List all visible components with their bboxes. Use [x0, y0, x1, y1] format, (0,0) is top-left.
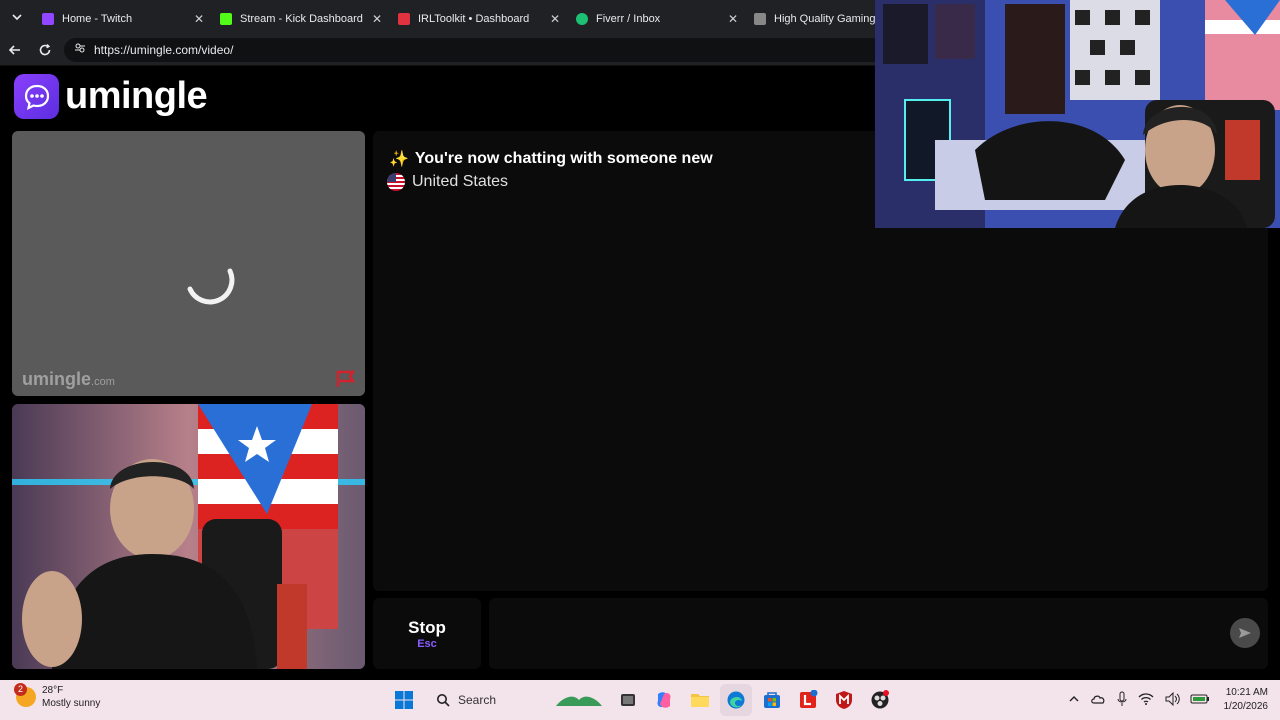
chevron-up-icon[interactable] — [1068, 694, 1080, 707]
weather-condition: Mostly sunny — [42, 698, 101, 709]
url-text: https://umingle.com/video/ — [94, 42, 234, 57]
microphone-icon[interactable] — [1116, 691, 1128, 710]
send-icon — [1239, 628, 1251, 638]
file-explorer-icon[interactable] — [684, 684, 716, 716]
weather-sun-icon: 2 — [14, 683, 36, 707]
clock-time: 10:21 AM — [1225, 687, 1268, 698]
system-tray: 10:21 AM 1/20/2026 — [1058, 684, 1269, 716]
partner-country: United States — [387, 173, 508, 191]
send-button[interactable] — [1230, 618, 1260, 648]
wifi-icon[interactable] — [1138, 692, 1154, 708]
taskbar-apps: Search — [388, 684, 900, 716]
page-icon — [754, 13, 766, 25]
chat-status-message: ✨ You're now chatting with someone new — [389, 149, 713, 169]
tab-twitch[interactable]: Home - Twitch ✕ — [34, 5, 212, 33]
fiverr-icon — [576, 13, 588, 25]
logo-text: umingle — [65, 75, 208, 117]
obs-recording-icon[interactable] — [864, 684, 896, 716]
edge-browser-icon[interactable] — [720, 684, 752, 716]
stop-label: Stop — [408, 617, 446, 637]
copilot-icon[interactable] — [648, 684, 680, 716]
close-icon[interactable]: ✕ — [728, 12, 738, 26]
self-camera-feed — [12, 404, 365, 669]
streamer-webcam-overlay — [875, 0, 1280, 228]
lenovo-vantage-icon[interactable] — [792, 684, 824, 716]
windows-start-icon[interactable] — [388, 684, 420, 716]
tab-search-chevron-icon[interactable] — [0, 0, 34, 34]
stop-shortcut: Esc — [417, 637, 437, 650]
tab-fiverr[interactable]: Fiverr / Inbox ✕ — [568, 5, 746, 33]
volume-icon[interactable] — [1164, 691, 1180, 709]
tab-title: Fiverr / Inbox — [596, 13, 661, 25]
stop-button[interactable]: Stop Esc — [373, 598, 481, 669]
country-name: United States — [412, 173, 509, 190]
umingle-watermark: umingle.com — [22, 369, 115, 389]
tab-title: Home - Twitch — [62, 13, 133, 25]
irltoolkit-icon — [398, 13, 410, 25]
twitch-icon — [42, 13, 54, 25]
sparkles-icon: ✨ — [389, 151, 409, 168]
taskbar-search[interactable]: Search — [428, 685, 608, 715]
us-flag-icon — [387, 173, 405, 191]
close-icon[interactable]: ✕ — [372, 12, 382, 26]
kick-icon — [220, 13, 232, 25]
tab-title: IRLToolkit • Dashboard — [418, 13, 530, 25]
close-icon[interactable]: ✕ — [194, 12, 204, 26]
search-icon — [437, 694, 450, 707]
self-video — [12, 404, 365, 669]
task-view-icon[interactable] — [612, 684, 644, 716]
chat-bubble-icon — [14, 74, 59, 119]
close-icon[interactable]: ✕ — [550, 12, 560, 26]
weather-widget[interactable]: 2 28°F Mostly sunny — [14, 683, 101, 710]
back-icon[interactable] — [0, 35, 30, 65]
microsoft-store-icon[interactable] — [756, 684, 788, 716]
tab-irltoolkit[interactable]: IRLToolkit • Dashboard ✕ — [390, 5, 568, 33]
clock-date: 1/20/2026 — [1223, 701, 1269, 712]
search-label: Search — [458, 693, 497, 707]
loading-spinner-icon — [187, 268, 235, 305]
chat-status-text: You're now chatting with someone new — [414, 150, 713, 167]
mcafee-icon[interactable] — [828, 684, 860, 716]
address-bar[interactable]: https://umingle.com/video/ — [64, 37, 884, 62]
tab-kick[interactable]: Stream - Kick Dashboard ✕ — [212, 5, 390, 33]
battery-icon[interactable] — [1190, 693, 1210, 708]
site-info-icon[interactable] — [74, 42, 86, 57]
windows-taskbar: 2 28°F Mostly sunny Search 10:21 AM 1/20… — [0, 680, 1280, 720]
webcam-feed — [875, 0, 1280, 228]
tab-title: Stream - Kick Dashboard — [240, 13, 363, 25]
report-flag-icon[interactable] — [335, 370, 357, 388]
message-input[interactable] — [489, 598, 1268, 669]
search-highlight-icon — [556, 696, 603, 706]
temperature: 28°F — [42, 685, 64, 696]
logo[interactable]: umingle — [14, 74, 208, 119]
reload-icon[interactable] — [30, 35, 60, 65]
notification-badge: 2 — [14, 683, 27, 696]
onedrive-icon[interactable] — [1090, 693, 1106, 708]
stranger-video: umingle.com — [12, 131, 365, 396]
clock[interactable]: 10:21 AM 1/20/2026 — [1224, 686, 1269, 714]
